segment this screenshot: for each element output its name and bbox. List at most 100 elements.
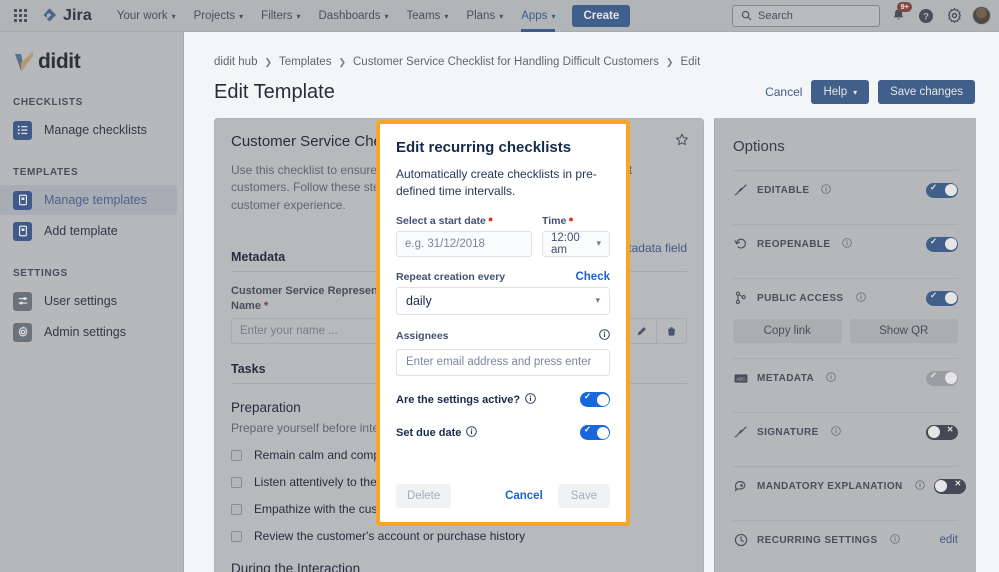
modal-cancel-button[interactable]: Cancel	[496, 484, 552, 508]
nav-teams[interactable]: Teams ▾	[398, 0, 458, 32]
signature-pen-icon	[733, 425, 748, 440]
signature-toggle[interactable]	[926, 424, 958, 440]
nav-filters[interactable]: Filters ▾	[252, 0, 309, 32]
info-circle-icon[interactable]	[914, 477, 925, 495]
nav-label: Teams	[406, 9, 441, 22]
info-circle-icon[interactable]	[826, 369, 836, 387]
assignees-input[interactable]: Enter email address and press enter	[396, 348, 610, 376]
cancel-link[interactable]: Cancel	[765, 85, 802, 99]
reopenable-toggle[interactable]	[926, 236, 958, 252]
list-icon	[13, 120, 32, 140]
help-button[interactable]: Help ▾	[811, 80, 870, 104]
set-due-date-row: Set due date	[396, 424, 610, 442]
info-circle-icon[interactable]	[466, 424, 478, 442]
sidebar-item-add-template[interactable]: Add template	[0, 216, 177, 246]
delete-button[interactable]: Delete	[396, 484, 452, 508]
chevron-right-icon: ❯	[338, 56, 346, 67]
chevron-down-icon: ▾	[595, 295, 600, 306]
time-select[interactable]: 12:00 am ▾	[542, 230, 610, 257]
info-circle-icon[interactable]	[830, 423, 841, 441]
info-circle-icon[interactable]	[525, 391, 536, 409]
star-outline-icon[interactable]	[675, 133, 689, 152]
chevron-down-icon: ▾	[596, 238, 601, 249]
task-checkbox[interactable]	[231, 476, 242, 488]
sidebar-item-manage-checklists[interactable]: Manage checklists	[0, 115, 177, 145]
desc-line-2a: customers. Follow these steps	[231, 180, 393, 195]
option-label: PUBLIC ACCESS	[757, 292, 844, 304]
left-sidebar: didit CHECKLISTS Manage checklists TEMPL…	[0, 32, 184, 572]
edit-metadata-button[interactable]	[626, 319, 656, 344]
nav-projects[interactable]: Projects ▾	[185, 0, 253, 32]
notifications-button[interactable]: 9+	[888, 1, 912, 26]
nav-plans[interactable]: Plans ▾	[457, 0, 512, 32]
sidebar-item-manage-templates[interactable]: Manage templates	[0, 185, 177, 215]
breadcrumb-checklist-name[interactable]: Customer Service Checklist for Handling …	[353, 56, 659, 68]
info-circle-icon[interactable]	[842, 235, 853, 253]
search-input[interactable]: Search	[732, 4, 880, 27]
required-asterisk: *	[260, 300, 269, 313]
breadcrumb-templates[interactable]: Templates	[279, 56, 331, 68]
options-title: Options	[733, 138, 785, 155]
info-circle-icon[interactable]	[889, 531, 900, 549]
option-label: METADATA	[757, 372, 815, 384]
task-checkbox[interactable]	[231, 530, 242, 542]
avatar[interactable]	[972, 6, 991, 25]
modal-save-button[interactable]: Save	[557, 484, 610, 508]
show-qr-button[interactable]: Show QR	[849, 319, 958, 343]
task-item[interactable]: Review the customer's account or purchas…	[231, 529, 687, 543]
pencil-icon	[637, 326, 646, 335]
task-group-title: During the Interaction	[231, 561, 361, 572]
repeat-creation-label: Repeat creation every	[396, 270, 506, 283]
copy-link-button[interactable]: Copy link	[733, 319, 842, 343]
jira-logo[interactable]: Jira	[41, 7, 92, 25]
recurring-settings-edit-link[interactable]: edit	[939, 534, 958, 546]
info-circle-icon[interactable]	[855, 289, 866, 307]
task-checkbox[interactable]	[231, 449, 242, 461]
gear-icon	[947, 8, 961, 23]
sidebar-item-user-settings[interactable]: User settings	[0, 286, 177, 316]
nav-label: Dashboards	[318, 9, 381, 22]
info-circle-icon[interactable]	[599, 327, 610, 345]
sidebar-item-label: Manage templates	[44, 193, 147, 207]
start-date-input[interactable]: e.g. 31/12/2018	[396, 230, 532, 257]
set-due-date-toggle[interactable]	[580, 424, 610, 441]
desc-line-3: customer experience.	[231, 197, 346, 212]
mandatory-explanation-toggle[interactable]	[933, 478, 966, 494]
settings-active-label: Are the settings active?	[396, 393, 521, 406]
chevron-down-icon: ▾	[239, 11, 244, 21]
nav-apps[interactable]: Apps ▾	[512, 0, 564, 32]
metadata-toggle[interactable]	[926, 370, 958, 386]
desc-line-1a: Use this checklist to ensure tha	[231, 163, 398, 177]
chevron-down-icon: ▾	[444, 11, 449, 21]
clock-icon	[733, 533, 748, 548]
create-button[interactable]: Create	[572, 4, 631, 27]
nav-dashboards[interactable]: Dashboards ▾	[310, 0, 398, 32]
task-checkbox[interactable]	[231, 503, 242, 515]
breadcrumb: didit hub ❯ Templates ❯ Customer Service…	[184, 32, 999, 68]
editable-toggle[interactable]	[926, 182, 958, 198]
abc-box-icon: ABC	[733, 371, 748, 386]
nav-label: Plans	[466, 9, 496, 22]
help-button[interactable]: ?	[916, 6, 936, 26]
check-link[interactable]: Check	[575, 271, 610, 283]
metadata-input[interactable]: Enter your name ...	[232, 325, 384, 337]
info-circle-icon[interactable]	[821, 181, 832, 199]
settings-active-toggle[interactable]	[580, 391, 610, 408]
sidebar-item-admin-settings[interactable]: Admin settings	[0, 317, 177, 347]
settings-button[interactable]	[944, 6, 964, 26]
breadcrumb-didit-hub[interactable]: didit hub	[214, 56, 257, 68]
public-access-toggle[interactable]	[926, 290, 958, 306]
comment-icon	[733, 479, 748, 494]
delete-metadata-button[interactable]	[656, 319, 686, 344]
app-switcher-icon[interactable]	[5, 0, 35, 32]
repeat-interval-value: daily	[406, 293, 432, 308]
repeat-interval-select[interactable]: daily ▾	[396, 286, 610, 315]
search-placeholder: Search	[758, 9, 793, 22]
sidebar-item-label: Admin settings	[44, 325, 126, 339]
signature-pen-icon	[733, 183, 748, 198]
question-circle-icon: ?	[919, 8, 933, 23]
option-row-reopenable: REOPENABLE	[733, 225, 958, 263]
sidebar-section-checklists: CHECKLISTS	[13, 97, 83, 108]
nav-your-work[interactable]: Your work ▾	[108, 0, 185, 32]
save-changes-button[interactable]: Save changes	[878, 80, 975, 104]
